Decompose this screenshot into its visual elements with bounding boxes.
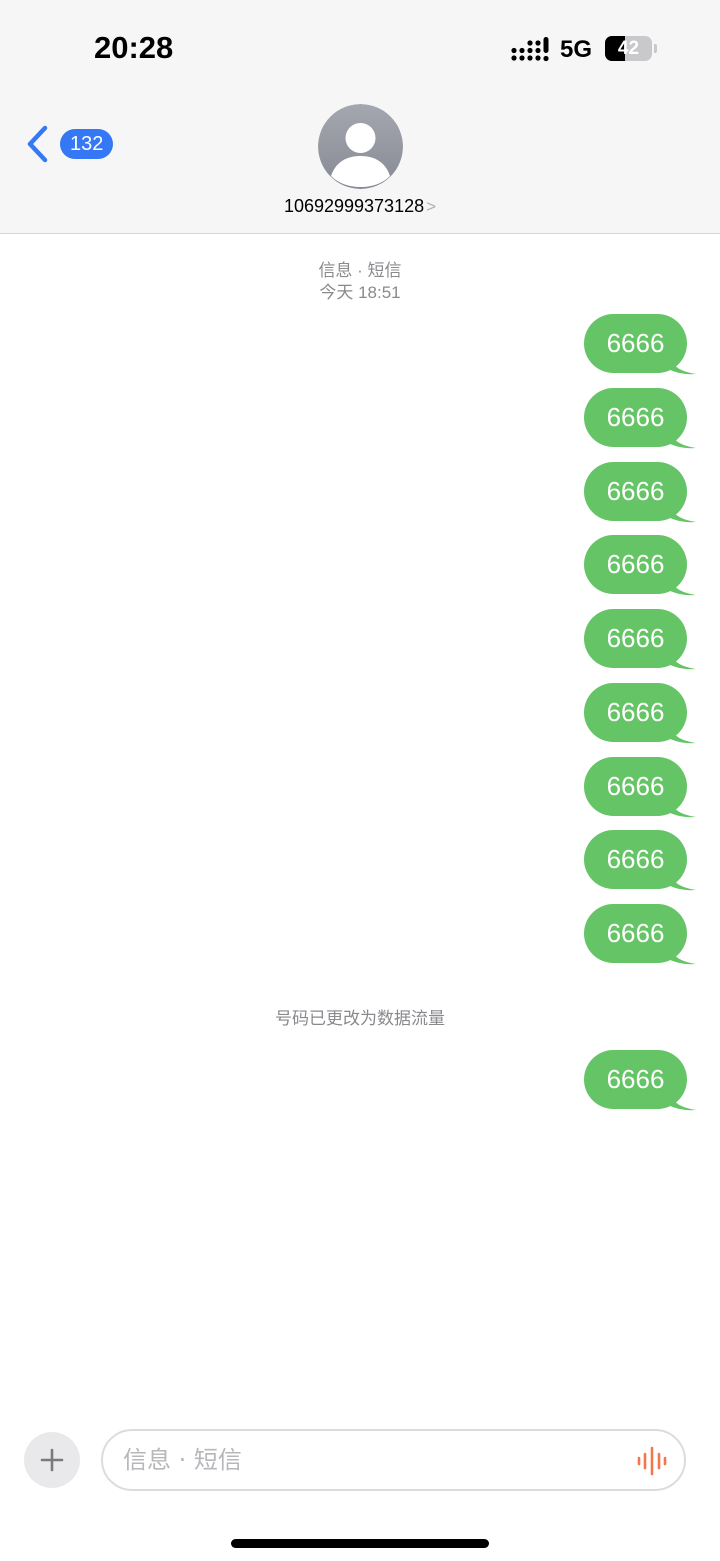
- conversation-header: 20:28 5G 42 132 10692999373128 >: [0, 0, 720, 234]
- message-text: 6666: [606, 328, 665, 358]
- message-bubble[interactable]: 6666: [584, 830, 696, 891]
- message-bubble[interactable]: 6666: [584, 461, 696, 522]
- contact-avatar[interactable]: [318, 104, 403, 189]
- message-text: 6666: [606, 475, 665, 506]
- message-text: 6666: [606, 918, 665, 948]
- status-time: 20:28: [94, 30, 174, 65]
- voice-waveform-icon[interactable]: [636, 1446, 668, 1476]
- timestamp-label: 今天 18:51: [319, 283, 401, 302]
- unread-count-badge: 132: [60, 129, 114, 159]
- message-bubble[interactable]: 6666: [584, 314, 696, 375]
- chevron-left-icon: [27, 125, 48, 163]
- message-input-container: [101, 1429, 686, 1491]
- network-type: 5G: [560, 36, 593, 63]
- message-bubble[interactable]: 6666: [584, 1050, 696, 1111]
- plus-icon: [40, 1448, 64, 1472]
- message-bubble[interactable]: 6666: [584, 535, 696, 596]
- message-bubble[interactable]: 6666: [584, 387, 696, 448]
- message-text: 6666: [606, 623, 665, 653]
- message-text: 6666: [606, 1064, 665, 1094]
- messages-screen: 20:28 5G 42 132 10692999373128 > 信息 · 短信…: [0, 0, 720, 1561]
- message-bubble[interactable]: 6666: [584, 756, 696, 817]
- message-bubble[interactable]: 6666: [584, 609, 696, 670]
- message-text: 6666: [606, 549, 665, 580]
- person-silhouette-icon: [318, 104, 403, 189]
- message-bubble[interactable]: 6666: [584, 904, 696, 965]
- cellular-signal-icon: [511, 37, 549, 62]
- contact-name-button[interactable]: 10692999373128 >: [0, 196, 720, 217]
- message-text: 6666: [606, 696, 665, 727]
- message-text: 6666: [606, 844, 665, 875]
- home-indicator: [231, 1539, 489, 1548]
- message-text: 6666: [606, 770, 665, 801]
- contact-name-label: 10692999373128: [283, 196, 425, 216]
- chevron-right-icon: >: [426, 197, 437, 216]
- message-text: 6666: [606, 401, 665, 432]
- back-button[interactable]: 132: [24, 124, 114, 164]
- battery-icon: 42: [605, 36, 657, 61]
- battery-level: 42: [617, 38, 640, 59]
- message-input[interactable]: [123, 1431, 623, 1489]
- add-attachment-button[interactable]: [24, 1432, 80, 1488]
- message-bubble[interactable]: 6666: [584, 682, 696, 743]
- system-note: 号码已更改为数据流量: [275, 1009, 445, 1028]
